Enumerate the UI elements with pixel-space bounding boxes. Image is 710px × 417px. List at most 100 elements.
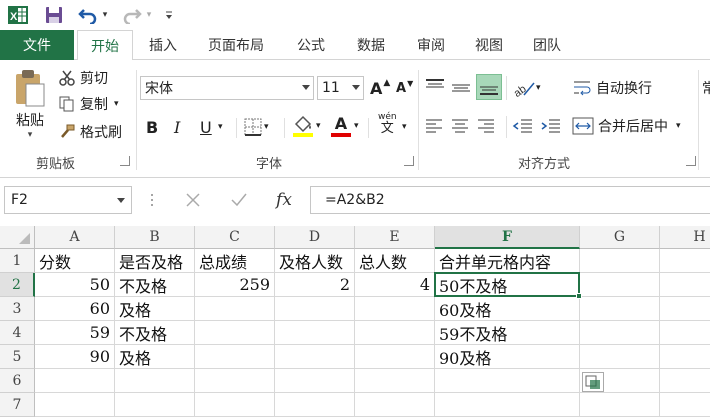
cell-g5[interactable] (580, 345, 660, 369)
enter-check-icon[interactable] (226, 188, 252, 212)
cell-c5[interactable] (195, 345, 275, 369)
cell-h2[interactable] (660, 273, 710, 297)
tab-file[interactable]: 文件 (0, 30, 74, 60)
fill-handle[interactable] (576, 293, 582, 299)
cell-a1[interactable]: 分数 (35, 249, 115, 273)
top-align-button[interactable] (424, 76, 448, 100)
shrink-font-button[interactable]: A ▼ (396, 76, 413, 100)
format-painter-button[interactable]: 格式刷 (58, 122, 122, 142)
formula-bar-grip-icon[interactable] (150, 192, 154, 208)
undo-dropdown-icon[interactable]: ▾ (100, 4, 110, 26)
tab-formulas[interactable]: 公式 (286, 30, 336, 60)
cell-e4[interactable] (355, 321, 435, 345)
increase-indent-button[interactable] (540, 114, 564, 138)
quick-analysis-icon[interactable] (582, 372, 604, 392)
row-header-7[interactable]: 7 (0, 393, 35, 417)
cell-c7[interactable] (195, 393, 275, 417)
cell-a5[interactable]: 90 (35, 345, 115, 369)
cell-g4[interactable] (580, 321, 660, 345)
column-header-d[interactable]: D (275, 226, 355, 249)
cell-h3[interactable] (660, 297, 710, 321)
column-header-f[interactable]: F (435, 226, 580, 249)
orientation-dropdown-icon[interactable]: ▾ (536, 83, 541, 93)
underline-button[interactable]: U (200, 114, 216, 140)
cell-c2[interactable]: 259 (195, 273, 275, 297)
tab-view[interactable]: 视图 (464, 30, 514, 60)
cell-d5[interactable] (275, 345, 355, 369)
tab-page-layout[interactable]: 页面布局 (196, 30, 276, 60)
wrap-text-button[interactable]: 自动换行 (572, 76, 652, 100)
redo-dropdown-icon[interactable]: ▾ (144, 4, 154, 26)
merge-dropdown-icon[interactable]: ▾ (676, 121, 681, 131)
row-header-4[interactable]: 4 (0, 321, 35, 345)
cell-c4[interactable] (195, 321, 275, 345)
cell-h4[interactable] (660, 321, 710, 345)
font-name-select[interactable]: 宋体 (140, 76, 314, 100)
cell-c1[interactable]: 总成绩 (195, 249, 275, 273)
align-left-button[interactable] (424, 114, 448, 138)
worksheet-grid[interactable]: A B C D E F G H 1 分数 是否及格 总成绩 及格人数 总人数 合并单元格内容 2 50 不及格 25… (0, 226, 710, 417)
cell-c6[interactable] (195, 369, 275, 393)
align-right-button[interactable] (476, 114, 500, 138)
name-box[interactable]: F2 (4, 186, 132, 214)
fill-color-dropdown-icon[interactable]: ▾ (316, 121, 321, 131)
alignment-launcher-icon[interactable] (686, 156, 696, 166)
column-header-c[interactable]: C (195, 226, 275, 249)
bottom-align-button[interactable] (476, 74, 502, 100)
grow-font-button[interactable]: A ▲ (370, 76, 390, 100)
decrease-indent-button[interactable] (512, 114, 536, 138)
cell-f6[interactable] (435, 369, 580, 393)
cell-b4[interactable]: 不及格 (115, 321, 195, 345)
cell-a3[interactable]: 60 (35, 297, 115, 321)
cell-f3[interactable]: 60及格 (435, 297, 580, 321)
cell-e5[interactable] (355, 345, 435, 369)
underline-dropdown-icon[interactable]: ▾ (218, 114, 223, 140)
cell-a2[interactable]: 50 (35, 273, 115, 297)
cell-a7[interactable] (35, 393, 115, 417)
row-header-5[interactable]: 5 (0, 345, 35, 369)
cell-d2[interactable]: 2 (275, 273, 355, 297)
formula-input[interactable]: =A2&B2 (310, 186, 710, 214)
align-center-button[interactable] (450, 114, 474, 138)
cell-b7[interactable] (115, 393, 195, 417)
paste-button[interactable]: 粘贴 ▾ (8, 68, 52, 148)
cell-e6[interactable] (355, 369, 435, 393)
column-header-h[interactable]: H (660, 226, 710, 249)
tab-review[interactable]: 审阅 (406, 30, 456, 60)
cell-h7[interactable] (660, 393, 710, 417)
clipboard-launcher-icon[interactable] (120, 156, 130, 166)
cell-g1[interactable] (580, 249, 660, 273)
row-header-3[interactable]: 3 (0, 297, 35, 321)
font-launcher-icon[interactable] (404, 156, 414, 166)
cell-f7[interactable] (435, 393, 580, 417)
row-header-1[interactable]: 1 (0, 249, 35, 273)
column-header-a[interactable]: A (35, 226, 115, 249)
cell-e2[interactable]: 4 (355, 273, 435, 297)
phonetic-dropdown-icon[interactable]: ▾ (402, 116, 407, 138)
customize-qat-icon[interactable] (162, 4, 176, 26)
cell-h1[interactable] (660, 249, 710, 273)
cell-h5[interactable] (660, 345, 710, 369)
row-header-6[interactable]: 6 (0, 369, 35, 393)
cell-g2[interactable] (580, 273, 660, 297)
bold-button[interactable]: B (146, 114, 162, 140)
paste-dropdown-icon[interactable]: ▾ (28, 130, 33, 140)
cell-d3[interactable] (275, 297, 355, 321)
insert-function-button[interactable]: fx (270, 188, 298, 212)
tab-data[interactable]: 数据 (346, 30, 396, 60)
cell-f2[interactable]: 50不及格 (435, 273, 580, 297)
cut-button[interactable]: 剪切 (58, 68, 108, 88)
save-icon[interactable] (42, 4, 66, 26)
cell-f5[interactable]: 90及格 (435, 345, 580, 369)
font-size-select[interactable]: 11 (317, 76, 364, 100)
column-header-g[interactable]: G (580, 226, 660, 249)
number-format-select[interactable]: 常 (702, 78, 710, 98)
cell-d1[interactable]: 及格人数 (275, 249, 355, 273)
cell-b5[interactable]: 及格 (115, 345, 195, 369)
tab-home[interactable]: 开始 (77, 30, 133, 61)
column-header-e[interactable]: E (355, 226, 435, 249)
borders-button[interactable]: ▾ (244, 116, 269, 138)
copy-dropdown-icon[interactable]: ▾ (114, 99, 119, 109)
cell-c3[interactable] (195, 297, 275, 321)
phonetic-guide-button[interactable]: wén 文 (378, 112, 397, 140)
